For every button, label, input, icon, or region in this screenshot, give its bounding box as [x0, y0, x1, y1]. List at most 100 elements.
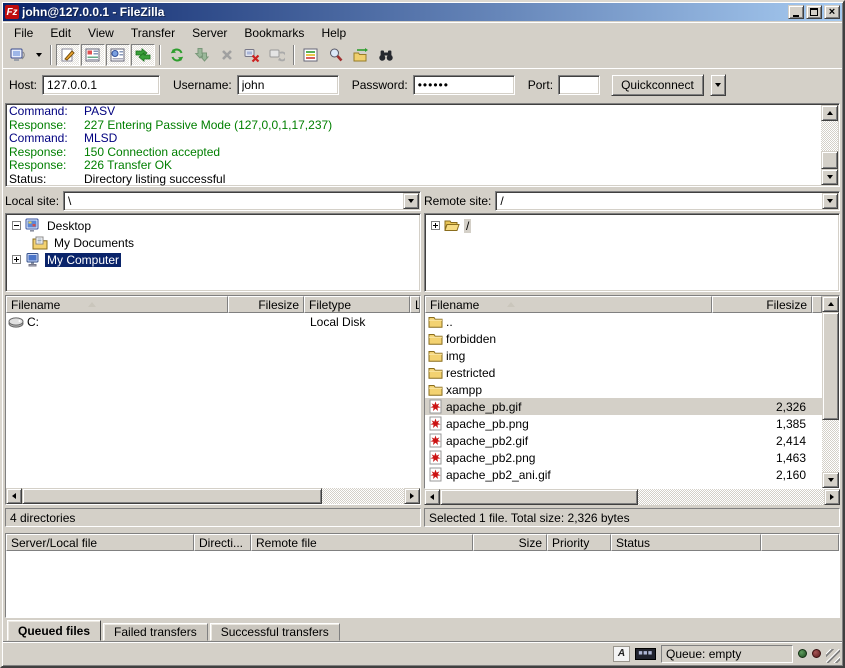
scrollbar-track[interactable]: [322, 488, 404, 504]
menu-item-edit[interactable]: Edit: [42, 24, 79, 42]
toggle-remote-tree-button[interactable]: [106, 44, 130, 66]
disconnect-button[interactable]: [240, 44, 264, 66]
remote-file-row[interactable]: ..: [425, 313, 822, 330]
column-header-filetype[interactable]: Filetype: [304, 296, 410, 313]
quickconnect-button[interactable]: Quickconnect: [611, 74, 704, 96]
tab-failed-transfers[interactable]: Failed transfers: [103, 623, 208, 641]
resize-grip[interactable]: [826, 649, 840, 663]
scroll-down-button[interactable]: [822, 472, 839, 488]
scroll-right-button[interactable]: [824, 489, 840, 505]
message-log[interactable]: Command:PASV Response:227 Entering Passi…: [5, 103, 840, 187]
local-site-dropdown-button[interactable]: [403, 193, 419, 209]
directory-comparison-button[interactable]: [324, 44, 348, 66]
process-queue-button[interactable]: [190, 44, 214, 66]
quickconnect-dropdown-button[interactable]: [710, 74, 726, 96]
scrollbar-thumb[interactable]: [821, 151, 838, 169]
menu-item-server[interactable]: Server: [184, 24, 235, 42]
toggle-local-tree-button[interactable]: [81, 44, 105, 66]
column-header-filesize[interactable]: Filesize: [228, 296, 304, 313]
remote-file-row[interactable]: xampp: [425, 381, 822, 398]
column-header-filename[interactable]: Filename: [425, 296, 712, 313]
menu-item-bookmarks[interactable]: Bookmarks: [236, 24, 312, 42]
column-header-priority[interactable]: Priority: [547, 534, 611, 551]
scrollbar-thumb[interactable]: [22, 488, 322, 504]
remote-list-body[interactable]: .. forbidden img: [425, 313, 822, 488]
menu-item-view[interactable]: View: [80, 24, 122, 42]
site-manager-button[interactable]: [6, 44, 30, 66]
reconnect-button[interactable]: [265, 44, 289, 66]
scrollbar-track[interactable]: [821, 121, 838, 151]
tree-item-root[interactable]: /: [427, 217, 837, 234]
remote-file-row[interactable]: forbidden: [425, 330, 822, 347]
toggle-message-log-button[interactable]: [56, 44, 80, 66]
scrollbar-thumb[interactable]: [822, 312, 839, 420]
tree-item-label[interactable]: My Computer: [45, 253, 121, 267]
port-input[interactable]: [558, 75, 600, 95]
find-files-button[interactable]: [374, 44, 398, 66]
column-header-direction[interactable]: Directi...: [194, 534, 251, 551]
scroll-left-button[interactable]: [6, 488, 22, 504]
remote-file-row[interactable]: apache_pb.gif 2,326: [425, 398, 822, 415]
maximize-button[interactable]: [806, 5, 822, 19]
column-header-size[interactable]: Size: [473, 534, 547, 551]
remote-file-row[interactable]: apache_pb2.gif 2,414: [425, 432, 822, 449]
filter-button[interactable]: [299, 44, 323, 66]
remote-file-row[interactable]: apache_pb2_ani.gif 2,160: [425, 466, 822, 483]
local-list-body[interactable]: C: Local Disk: [6, 313, 420, 488]
synchronized-browsing-button[interactable]: [349, 44, 373, 66]
queue-body[interactable]: [6, 551, 839, 617]
tree-item-desktop[interactable]: Desktop: [8, 217, 418, 234]
expand-icon[interactable]: [431, 221, 440, 230]
remote-vertical-scrollbar[interactable]: [822, 296, 839, 488]
site-manager-dropdown-button[interactable]: [31, 44, 46, 66]
scrollbar-thumb[interactable]: [440, 489, 638, 505]
cancel-operation-button[interactable]: [215, 44, 239, 66]
minimize-button[interactable]: [788, 5, 804, 19]
menu-item-file[interactable]: File: [6, 24, 41, 42]
password-input[interactable]: [413, 75, 515, 95]
remote-tree[interactable]: /: [424, 213, 840, 292]
title-bar[interactable]: Fz john@127.0.0.1 - FileZilla ×: [3, 3, 842, 21]
tree-item-label[interactable]: /: [464, 219, 471, 233]
local-file-row[interactable]: C: Local Disk: [6, 313, 420, 330]
remote-site-combo[interactable]: /: [495, 191, 840, 211]
local-tree[interactable]: Desktop My Documents My Computer: [5, 213, 421, 292]
remote-site-dropdown-button[interactable]: [822, 193, 838, 209]
column-header-filesize[interactable]: Filesize: [712, 296, 812, 313]
log-scrollbar[interactable]: [821, 105, 838, 185]
remote-file-row[interactable]: apache_pb.png 1,385: [425, 415, 822, 432]
encryption-indicator-icon[interactable]: ■■■: [635, 648, 656, 660]
scroll-up-button[interactable]: [822, 296, 839, 312]
transfer-type-indicator-icon[interactable]: A: [613, 646, 630, 662]
tab-successful-transfers[interactable]: Successful transfers: [210, 623, 340, 641]
scrollbar-track[interactable]: [822, 420, 839, 472]
expand-icon[interactable]: [12, 255, 21, 264]
scroll-down-button[interactable]: [821, 169, 838, 185]
host-input[interactable]: [42, 75, 160, 95]
collapse-icon[interactable]: [12, 221, 21, 230]
tree-item-label[interactable]: Desktop: [45, 219, 93, 233]
scrollbar-track[interactable]: [638, 489, 824, 505]
local-horizontal-scrollbar[interactable]: [6, 488, 420, 504]
tab-queued-files[interactable]: Queued files: [7, 620, 101, 641]
remote-file-row[interactable]: apache_pb2.png 1,463: [425, 449, 822, 466]
tree-item-label[interactable]: My Documents: [52, 236, 136, 250]
refresh-button[interactable]: [165, 44, 189, 66]
column-header-remote-file[interactable]: Remote file: [251, 534, 473, 551]
local-site-combo[interactable]: \: [63, 191, 421, 211]
column-header-lastmodified[interactable]: L: [410, 296, 420, 313]
remote-file-row[interactable]: restricted: [425, 364, 822, 381]
menu-item-transfer[interactable]: Transfer: [123, 24, 183, 42]
column-header-status[interactable]: Status: [611, 534, 761, 551]
remote-file-row[interactable]: img: [425, 347, 822, 364]
scroll-left-button[interactable]: [424, 489, 440, 505]
column-header-filename[interactable]: Filename: [6, 296, 228, 313]
menu-item-help[interactable]: Help: [313, 24, 354, 42]
remote-horizontal-scrollbar[interactable]: [424, 489, 840, 505]
close-button[interactable]: ×: [824, 5, 840, 19]
username-input[interactable]: [237, 75, 339, 95]
tree-item-my-computer[interactable]: My Computer: [8, 251, 418, 268]
toggle-transfer-queue-button[interactable]: [131, 44, 155, 66]
scroll-right-button[interactable]: [404, 488, 420, 504]
tree-item-my-documents[interactable]: My Documents: [8, 234, 418, 251]
